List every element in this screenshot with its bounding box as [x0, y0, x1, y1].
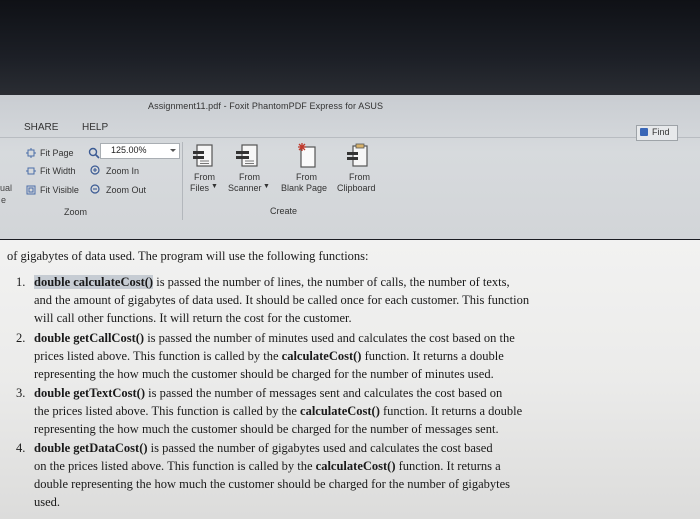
cut-off-label-2: e [1, 195, 7, 205]
chevron-down-icon [170, 149, 176, 152]
item-3-line-3: representing the how much the customer s… [34, 422, 499, 436]
zoom-in-button[interactable]: Zoom In [106, 166, 139, 176]
zoom-level-value: 125.00% [111, 145, 147, 155]
zoom-magnifier-icon [88, 147, 100, 159]
item-4-signature: double getDataCost() [34, 441, 148, 455]
item-4-line-2: on the prices listed above. This functio… [34, 459, 501, 473]
zoom-in-icon [90, 165, 100, 175]
document-page: of gigabytes of data used. The program w… [0, 240, 700, 519]
item-1-line-3: will call other functions. It will retur… [34, 311, 352, 325]
from-blank-page-button[interactable]: Blank Page [281, 183, 327, 193]
item-2-line-1: double getCallCost() is passed the numbe… [34, 331, 515, 345]
item-2-line-2: prices listed above. This function is ca… [34, 349, 504, 363]
from-files-line1: From [194, 172, 215, 182]
from-scanner-line1: From [239, 172, 260, 182]
menu-help[interactable]: HELP [82, 122, 108, 133]
fit-page-icon [26, 148, 36, 158]
app-window: Assignment11.pdf - Foxit PhantomPDF Expr… [0, 95, 700, 239]
find-icon [640, 128, 648, 136]
zoom-group-label: Zoom [64, 207, 88, 217]
from-files-icon [193, 144, 213, 167]
item-4-line-1: double getDataCost() is passed the numbe… [34, 441, 493, 455]
item-1-signature: double calculateCost() [34, 275, 154, 289]
item-1-line-2: and the amount of gigabytes of data used… [34, 293, 530, 307]
from-files-button[interactable]: Files [190, 183, 209, 193]
title-bar: Assignment11.pdf - Foxit PhantomPDF Expr… [0, 95, 700, 117]
item-3-number: 3. [16, 386, 26, 400]
fit-page-button[interactable]: Fit Page [40, 148, 74, 158]
find-label: Find [652, 127, 670, 137]
zoom-out-icon [90, 184, 100, 194]
from-clipboard-icon [347, 143, 368, 167]
ribbon-separator [182, 142, 183, 220]
create-group-label: Create [270, 206, 298, 216]
item-3-line-1: double getTextCost() is passed the numbe… [34, 386, 503, 400]
fit-width-icon [26, 167, 36, 175]
zoom-out-button[interactable]: Zoom Out [106, 185, 146, 195]
fit-width-button[interactable]: Fit Width [40, 166, 76, 176]
fit-visible-button[interactable]: Fit Visible [40, 185, 79, 195]
item-4-line-4: used. [34, 495, 61, 509]
menu-bar: SHARE HELP [0, 117, 700, 138]
from-clipboard-button[interactable]: Clipboard [337, 183, 376, 193]
from-files-dropdown-icon[interactable]: ▼ [211, 183, 218, 190]
item-1-number: 1. [16, 275, 26, 289]
item-1-line-1: double calculateCost() is passed the num… [34, 275, 510, 289]
monitor-bezel [0, 0, 700, 95]
from-scanner-button[interactable]: Scanner [228, 183, 262, 193]
item-2-line-3: representing the how much the customer s… [34, 367, 494, 381]
fit-visible-icon [26, 185, 36, 195]
doc-intro: of gigabytes of data used. The program w… [7, 249, 369, 263]
zoom-level-input[interactable]: 125.00% [100, 143, 180, 159]
from-blank-page-icon [298, 143, 316, 168]
cut-off-label-1: ual [0, 183, 13, 193]
menu-share[interactable]: SHARE [24, 122, 58, 133]
item-4-line-3: double representing the how much the cus… [34, 477, 511, 491]
ribbon: ual e Fit Page Fit Width Fit Visible 125… [0, 138, 700, 239]
item-4-number: 4. [16, 441, 26, 455]
from-scanner-icon [236, 144, 258, 167]
item-2-number: 2. [16, 331, 26, 345]
window-title: Assignment11.pdf - Foxit PhantomPDF Expr… [148, 101, 384, 111]
from-scanner-dropdown-icon[interactable]: ▼ [263, 183, 270, 190]
item-2-signature: double getCallCost() [34, 331, 145, 345]
from-blank-page-line1: From [296, 172, 317, 182]
item-3-signature: double getTextCost() [34, 386, 145, 400]
item-3-line-2: the prices listed above. This function i… [34, 404, 523, 418]
from-clipboard-line1: From [349, 172, 370, 182]
